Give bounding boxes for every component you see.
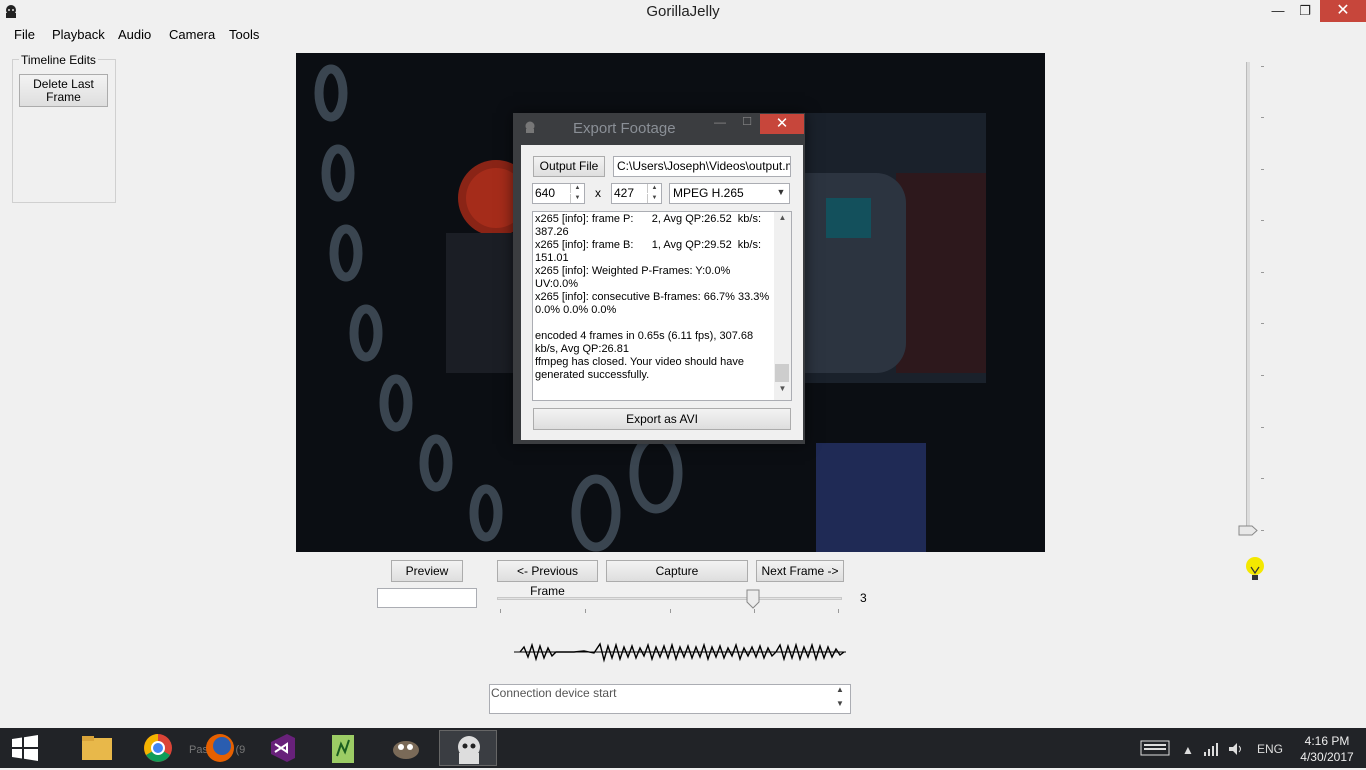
frame-count: 3	[860, 591, 867, 605]
slider-tick	[754, 609, 755, 613]
console-scroll-thumb[interactable]	[775, 364, 789, 382]
dialog-close-button[interactable]: ✕	[760, 114, 804, 134]
vertical-slider-thumb[interactable]	[1238, 525, 1258, 536]
width-spin-up-button[interactable]: ▲	[570, 184, 584, 193]
slider-tick	[1261, 220, 1264, 221]
vertical-slider[interactable]	[1246, 62, 1250, 534]
capture-button[interactable]: Capture	[606, 560, 748, 582]
slider-tick	[1261, 427, 1264, 428]
preview-button[interactable]: Preview	[391, 560, 463, 582]
slider-tick	[1261, 530, 1264, 531]
notepad-plus-icon[interactable]	[315, 730, 373, 766]
slider-tick	[670, 609, 671, 613]
export-as-avi-button[interactable]: Export as AVI	[533, 408, 791, 430]
menu-file[interactable]: File	[14, 27, 35, 42]
firefox-icon[interactable]	[191, 730, 249, 766]
menu-playback[interactable]: Playback	[52, 27, 105, 42]
delete-last-frame-button[interactable]: Delete Last Frame	[19, 74, 108, 107]
previous-frame-button[interactable]: <- Previous Frame	[497, 560, 598, 598]
menu-camera[interactable]: Camera	[169, 27, 215, 42]
windows-start-icon[interactable]	[10, 734, 40, 762]
height-spin-up-button[interactable]: ▲	[647, 184, 661, 193]
dimension-separator: x	[595, 186, 601, 200]
slider-tick	[1261, 272, 1264, 273]
status-log-text: Connection device start	[491, 686, 617, 700]
dialog-maximize-button[interactable]: ☐	[737, 115, 757, 133]
codec-select[interactable]: MPEG H.265	[669, 183, 790, 204]
output-file-button[interactable]: Output File	[533, 156, 605, 177]
network-signal-icon[interactable]	[1203, 742, 1219, 756]
input-language-indicator[interactable]: ENG	[1257, 742, 1283, 756]
width-spin-down-button[interactable]: ▼	[570, 194, 584, 203]
preview-input[interactable]	[377, 588, 477, 608]
gorillajelly-icon[interactable]	[439, 730, 497, 766]
console-scroll-down-button[interactable]: ▼	[774, 384, 791, 398]
log-scroll-down-button[interactable]: ▼	[834, 699, 846, 711]
slider-tick	[1261, 478, 1264, 479]
console-scroll-up-button[interactable]: ▲	[774, 213, 791, 227]
clock-date[interactable]: 4/30/2017	[1297, 750, 1357, 764]
slider-tick	[838, 609, 839, 613]
restore-button[interactable]: ❐	[1290, 0, 1320, 22]
slider-tick	[1261, 117, 1264, 118]
chrome-icon[interactable]	[129, 730, 187, 766]
clock-time[interactable]: 4:16 PM	[1297, 734, 1357, 748]
next-frame-button[interactable]: Next Frame ->	[756, 560, 844, 582]
menu-audio[interactable]: Audio	[118, 27, 151, 42]
audio-waveform	[514, 642, 846, 663]
encoder-output-text: x265 [info]: frame P: 2, Avg QP:26.52 kb…	[535, 213, 770, 381]
output-path-field[interactable]: C:\Users\Joseph\Videos\output.mp4	[613, 156, 791, 177]
menu-tools[interactable]: Tools	[229, 27, 259, 42]
slider-tick	[1261, 169, 1264, 170]
keyboard-icon[interactable]	[1140, 740, 1170, 756]
gimp-icon[interactable]	[377, 730, 435, 766]
minimize-button[interactable]: —	[1263, 0, 1293, 22]
frame-slider[interactable]	[497, 597, 842, 600]
frame-slider-thumb[interactable]	[746, 589, 760, 609]
dialog-title: Export Footage	[573, 120, 676, 137]
slider-tick	[1261, 323, 1264, 324]
dialog-minimize-button[interactable]: —	[710, 115, 730, 133]
timeline-edits-title: Timeline Edits	[19, 53, 98, 67]
slider-tick	[500, 609, 501, 613]
slider-tick	[1261, 375, 1264, 376]
file-explorer-icon[interactable]	[68, 730, 126, 766]
log-scroll-up-button[interactable]: ▲	[834, 685, 846, 697]
slider-tick	[585, 609, 586, 613]
gorilla-dialog-icon	[525, 121, 535, 133]
height-spin-down-button[interactable]: ▼	[647, 194, 661, 203]
slider-tick	[1261, 66, 1264, 67]
close-button[interactable]: ✕	[1320, 0, 1366, 22]
volume-icon[interactable]	[1228, 742, 1244, 756]
chevron-down-icon[interactable]: ▼	[775, 187, 787, 199]
window-title: GorillaJelly	[646, 3, 720, 20]
show-hidden-icons-icon[interactable]: ▲	[1182, 743, 1194, 757]
visual-studio-icon[interactable]	[253, 730, 311, 766]
lightbulb-icon[interactable]	[1244, 556, 1266, 584]
